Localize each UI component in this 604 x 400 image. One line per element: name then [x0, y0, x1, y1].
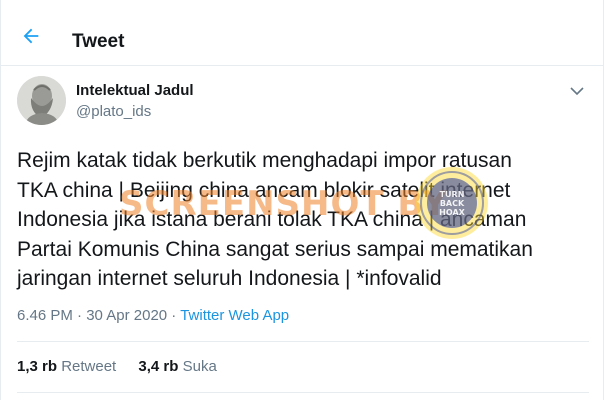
meta-separator: · [167, 307, 181, 324]
tweet-date[interactable]: 30 Apr 2020 [86, 307, 167, 324]
tweet-stats: 1,3 rb Retweet 3,4 rb Suka [17, 358, 235, 375]
tweet-text-line: Rejim katak tidak berkutik menghadapi im… [17, 149, 512, 172]
meta-separator: · [72, 307, 87, 324]
tweet-source-link[interactable]: Twitter Web App [180, 307, 289, 324]
tweet-meta: 6.46 PM · 30 Apr 2020 · Twitter Web App [17, 307, 289, 324]
retweets-stat[interactable]: 1,3 rb Retweet [17, 358, 116, 375]
page-title: Tweet [72, 31, 125, 52]
arrow-left-icon [23, 28, 39, 44]
likes-count: 3,4 rb [138, 358, 179, 375]
tweet-text-line: jaringan internet seluruh Indonesia | *i… [17, 267, 442, 290]
likes-label: Suka [178, 358, 217, 375]
tweet-text-line: Partai Komunis China sangat serius sampa… [17, 237, 533, 261]
retweets-count: 1,3 rb [17, 358, 58, 375]
tweet-page: Tweet Intelektual Jadul @plato_ids Rejim… [0, 0, 604, 400]
likes-stat[interactable]: 3,4 rb Suka [138, 358, 216, 375]
tweet-text-line: Indonesia jika istana berani tolak TKA c… [17, 208, 527, 231]
tweet-author: Intelektual Jadul @plato_ids [17, 76, 577, 128]
author-handle[interactable]: @plato_ids [76, 103, 151, 120]
divider [17, 341, 589, 342]
tweet-menu-button[interactable] [569, 84, 587, 98]
tweet-time[interactable]: 6.46 PM [17, 307, 73, 324]
tweet-text-line: TKA china | Beijing china ancam blokir s… [17, 178, 511, 202]
back-button[interactable] [17, 22, 45, 50]
avatar[interactable] [17, 76, 66, 125]
retweets-label: Retweet [57, 358, 117, 375]
page-header: Tweet [1, 0, 604, 66]
author-display-name[interactable]: Intelektual Jadul [76, 82, 194, 99]
tweet-text: Rejim katak tidak berkutik menghadapi im… [17, 146, 592, 294]
avatar-image [17, 76, 66, 125]
chevron-down-icon [570, 87, 584, 96]
divider [17, 392, 589, 393]
